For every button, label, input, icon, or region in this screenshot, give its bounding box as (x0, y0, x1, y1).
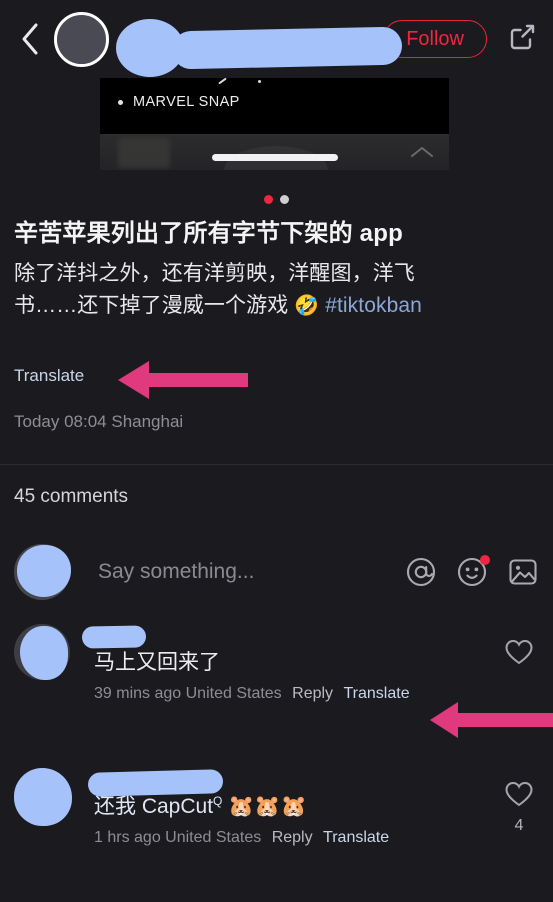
comment-reply-button[interactable]: Reply (292, 685, 333, 702)
media-thumbnail-blur (118, 138, 170, 168)
commenter-avatar[interactable] (14, 768, 72, 826)
carousel-dot-active[interactable] (264, 195, 273, 204)
author-avatar[interactable] (54, 11, 109, 67)
redaction-mark-avatar (14, 768, 72, 826)
home-indicator-bar (211, 154, 338, 161)
comment-translate-link[interactable]: Translate (344, 685, 410, 702)
media-preview-region: MARVEL SNAP (0, 78, 553, 172)
media-screenshot[interactable]: MARVEL SNAP (100, 78, 449, 170)
top-navigation-bar: Follow (0, 0, 553, 78)
post-body-line-2: 书……还下掉了漫威一个游戏 (14, 294, 295, 318)
follow-button[interactable]: Follow (383, 20, 487, 58)
comment-body: 马上又回来了 39 mins ago United States Reply T… (94, 624, 539, 703)
redaction-mark-avatar (20, 626, 68, 680)
comment-meta: 39 mins ago United States Reply Translat… (94, 685, 539, 703)
comment-location: United States (165, 829, 262, 847)
share-external-icon (507, 22, 537, 57)
emoji-icon[interactable] (456, 555, 490, 588)
back-button[interactable] (10, 17, 50, 61)
image-icon[interactable] (507, 556, 539, 588)
comment-like-button[interactable] (499, 638, 539, 675)
comment-item: 还我 CapCutQ 🐹🐹🐹 1 hrs ago United States R… (0, 768, 553, 847)
redaction-mark-avatar (17, 545, 71, 597)
media-list-item: MARVEL SNAP (118, 94, 240, 110)
comment-like-button[interactable]: 4 (499, 780, 539, 835)
post-timestamp: Today 08:04 Shanghai (14, 412, 184, 431)
comment-like-count: 4 (514, 817, 524, 834)
comment-composer (0, 536, 553, 608)
post-translate-link[interactable]: Translate (14, 366, 84, 386)
redaction-mark-avatar (116, 19, 184, 77)
post-body-line-1: 除了洋抖之外，还有洋剪映，洋醒图，洋飞 (14, 262, 415, 286)
laughing-emoji: 🤣 (294, 295, 320, 318)
media-list-item-label: MARVEL SNAP (133, 94, 240, 110)
section-divider (0, 464, 553, 465)
commenter-username[interactable] (94, 624, 539, 645)
comment-meta: 1 hrs ago United States Reply Translate (94, 829, 539, 847)
author-identity[interactable] (54, 7, 403, 77)
post-title: 辛苦苹果列出了所有字节下架的 app (14, 220, 403, 247)
comment-time: 1 hrs ago (94, 829, 161, 847)
comment-count-label: 45 comments (14, 486, 129, 507)
post-hashtag[interactable]: #tiktokban (325, 294, 422, 317)
arrow-pointing-to-comment-translate (428, 697, 553, 748)
carousel-dot-inactive[interactable] (280, 195, 289, 204)
chevron-up-icon (409, 144, 435, 165)
comment-text: 马上又回来了 (94, 651, 220, 674)
chevron-left-icon (19, 22, 41, 56)
bullet-point-icon (118, 99, 123, 105)
comment-time: 39 mins ago (94, 685, 182, 703)
post-content: 辛苦苹果列出了所有字节下架的 app 除了洋抖之外，还有洋剪映，洋醒图，洋飞 书… (14, 218, 514, 322)
post-body-text: 除了洋抖之外，还有洋剪映，洋醒图，洋飞 书……还下掉了漫威一个游戏 🤣 #tik… (14, 258, 514, 322)
comment-body: 还我 CapCutQ 🐹🐹🐹 1 hrs ago United States R… (94, 768, 539, 847)
comment-item: 马上又回来了 39 mins ago United States Reply T… (0, 624, 553, 703)
carousel-page-indicator (0, 195, 553, 204)
comment-reply-button[interactable]: Reply (272, 829, 313, 846)
comment-text-main: 还我 CapCut (94, 795, 214, 818)
mention-icon[interactable] (405, 556, 437, 588)
media-top-edge (100, 78, 449, 85)
notification-badge (480, 555, 490, 565)
comment-text-superscript: Q (213, 794, 223, 808)
arrow-pointing-to-post-translate (116, 355, 250, 410)
comment-input[interactable] (96, 559, 395, 585)
redaction-mark-username (171, 26, 403, 70)
composer-icon-group (405, 555, 539, 588)
comment-translate-link[interactable]: Translate (323, 829, 389, 846)
heart-outline-icon (504, 781, 534, 812)
media-footer-bar (100, 134, 449, 170)
comment-text: 还我 CapCutQ 🐹🐹🐹 (94, 793, 539, 820)
comment-text-emoji: 🐹🐹🐹 (222, 795, 307, 818)
commenter-username[interactable] (94, 768, 539, 789)
post-detail-screen: Follow MARVEL SNAP 辛苦苹果列出了所有字节下架的 app 除了… (0, 0, 553, 902)
comment-location: United States (185, 685, 282, 703)
commenter-avatar[interactable] (14, 624, 70, 680)
share-button[interactable] (505, 22, 539, 56)
current-user-avatar[interactable] (14, 544, 71, 600)
heart-outline-icon (504, 639, 534, 670)
